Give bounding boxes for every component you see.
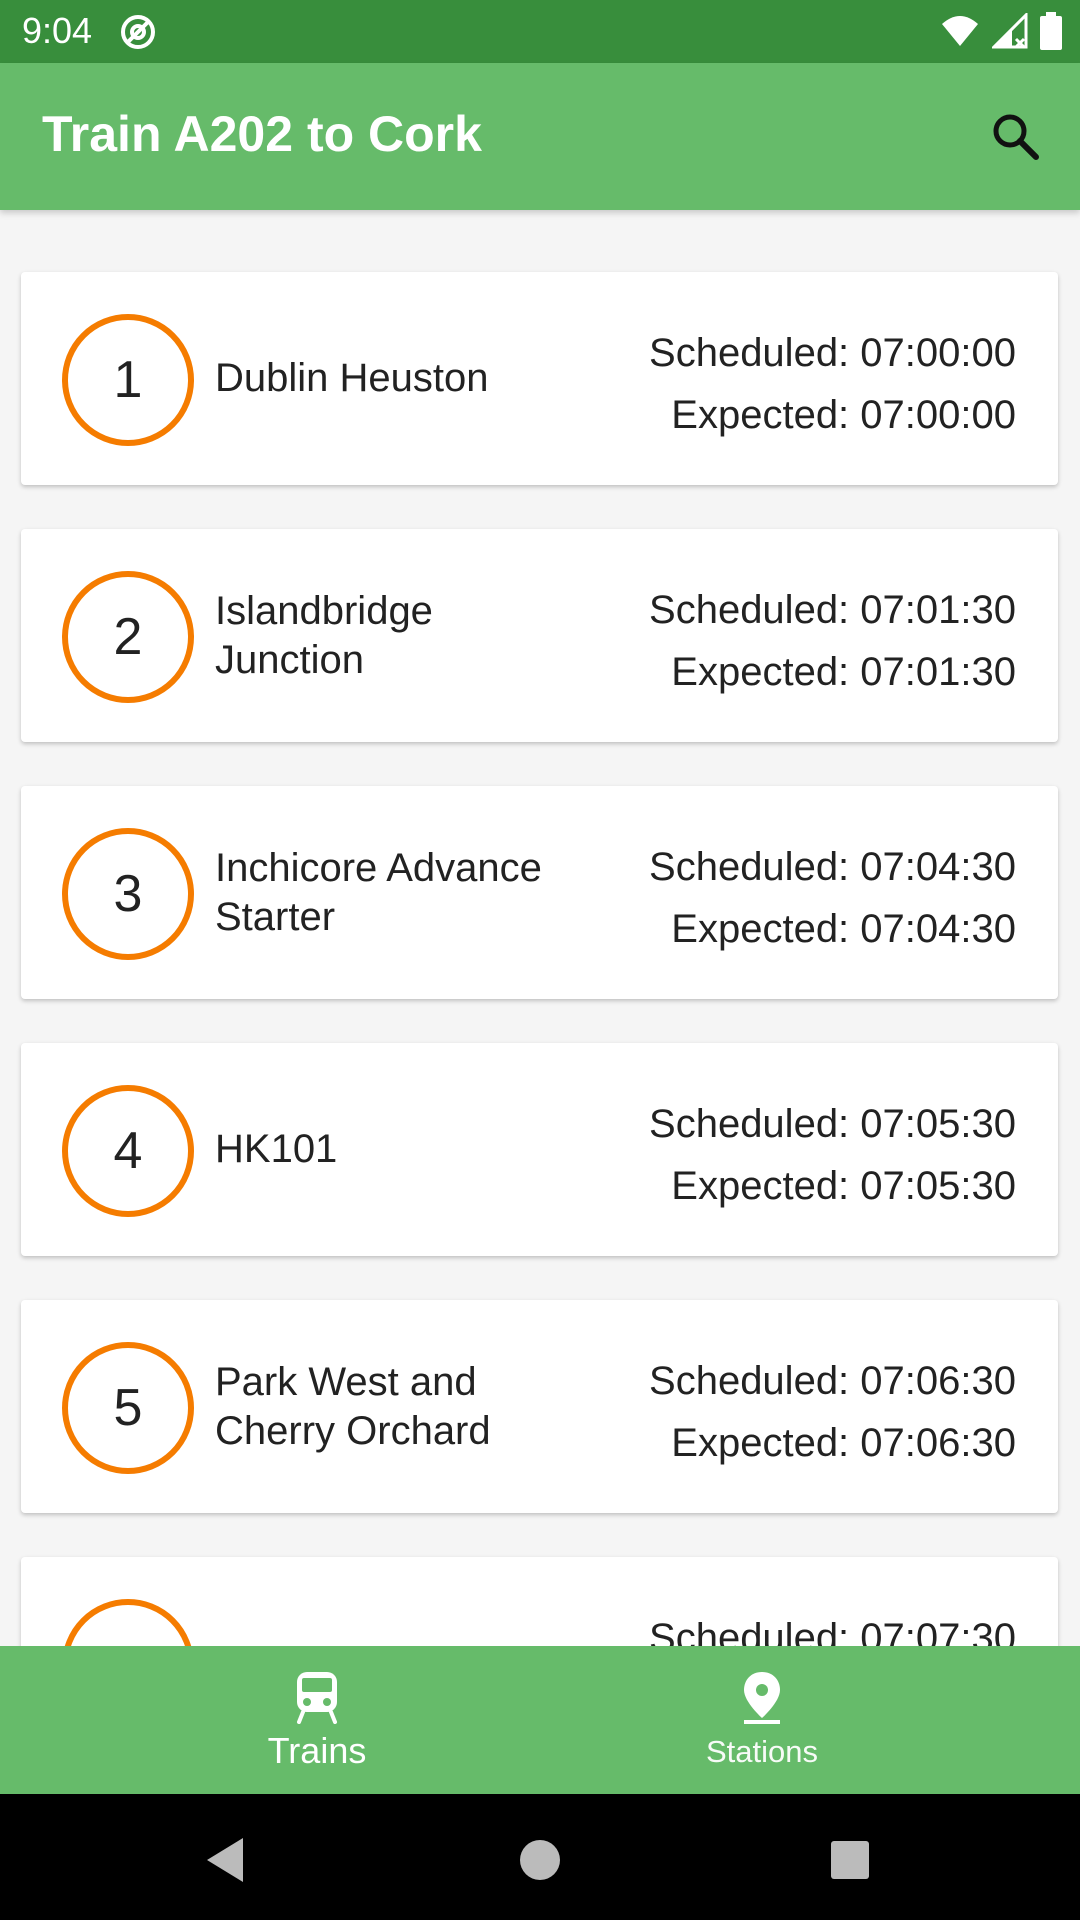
status-time: 9:04 bbox=[22, 10, 93, 51]
stop-times: Scheduled: 07:04:30 Expected: 07:04:30 bbox=[649, 836, 1016, 960]
stop-times: Scheduled: 07:06:30 Expected: 07:06:30 bbox=[649, 1350, 1016, 1474]
stop-number-badge: 5 bbox=[62, 1342, 194, 1474]
stop-name: Inchicore Advance Starter bbox=[215, 845, 542, 939]
stop-name: Park West and Cherry Orchard bbox=[215, 1359, 491, 1453]
back-icon[interactable] bbox=[195, 1830, 255, 1890]
map-pin-icon bbox=[744, 1672, 780, 1724]
scheduled-time: Scheduled: 07:01:30 bbox=[649, 588, 1016, 632]
search-icon[interactable] bbox=[986, 107, 1046, 167]
stop-times: Scheduled: 07:05:30 Expected: 07:05:30 bbox=[649, 1093, 1016, 1217]
recents-icon[interactable] bbox=[820, 1830, 880, 1890]
stop-name: Dublin Heuston bbox=[215, 356, 489, 400]
nav-label-stations: Stations bbox=[705, 1734, 818, 1769]
stop-number-badge bbox=[62, 1599, 194, 1646]
bottom-navigation: Trains Stations bbox=[0, 1646, 1080, 1794]
stop-card[interactable]: 4 HK101 Scheduled: 07:05:30 Expected: 07… bbox=[21, 1043, 1058, 1256]
status-bar: 9:04 bbox=[0, 0, 1080, 63]
nav-label-trains: Trains bbox=[267, 1730, 367, 1771]
at-sign-icon bbox=[121, 15, 155, 49]
app-bar: Train A202 to Cork bbox=[0, 63, 1080, 210]
signal-icon bbox=[992, 13, 1028, 49]
wifi-icon bbox=[942, 16, 978, 46]
home-icon[interactable] bbox=[510, 1830, 570, 1890]
stop-card[interactable]: 3 Inchicore Advance Starter Scheduled: 0… bbox=[21, 786, 1058, 999]
expected-time: Expected: 07:05:30 bbox=[671, 1164, 1016, 1208]
expected-time: Expected: 07:04:30 bbox=[671, 907, 1016, 951]
stop-card[interactable]: Scheduled: 07:07:30 bbox=[21, 1557, 1058, 1646]
stop-number-badge: 4 bbox=[62, 1085, 194, 1217]
stop-number-badge: 3 bbox=[62, 828, 194, 960]
status-icons bbox=[940, 12, 1062, 50]
expected-time: Expected: 07:00:00 bbox=[671, 393, 1016, 437]
stop-times: Scheduled: 07:07:30 bbox=[649, 1607, 1016, 1646]
stop-number-badge: 1 bbox=[62, 314, 194, 446]
stop-name: Islandbridge Junction bbox=[215, 588, 433, 682]
scheduled-time: Scheduled: 07:06:30 bbox=[649, 1359, 1016, 1403]
stop-number-badge: 2 bbox=[62, 571, 194, 703]
scheduled-time: Scheduled: 07:00:00 bbox=[649, 331, 1016, 375]
stops-list[interactable]: 1 Dublin Heuston Scheduled: 07:00:00 Exp… bbox=[0, 210, 1080, 1646]
expected-time: Expected: 07:06:30 bbox=[671, 1421, 1016, 1465]
expected-time: Expected: 07:01:30 bbox=[671, 650, 1016, 694]
stop-times: Scheduled: 07:00:00 Expected: 07:00:00 bbox=[649, 322, 1016, 446]
stop-times: Scheduled: 07:01:30 Expected: 07:01:30 bbox=[649, 579, 1016, 703]
scheduled-time: Scheduled: 07:07:30 bbox=[649, 1616, 1016, 1646]
stop-card[interactable]: 2 Islandbridge Junction Scheduled: 07:01… bbox=[21, 529, 1058, 742]
scheduled-time: Scheduled: 07:05:30 bbox=[649, 1102, 1016, 1146]
system-navigation-bar bbox=[0, 1794, 1080, 1920]
stop-card[interactable]: 5 Park West and Cherry Orchard Scheduled… bbox=[21, 1300, 1058, 1513]
scheduled-time: Scheduled: 07:04:30 bbox=[649, 845, 1016, 889]
stop-card[interactable]: 1 Dublin Heuston Scheduled: 07:00:00 Exp… bbox=[21, 272, 1058, 485]
battery-icon bbox=[1040, 12, 1062, 50]
stop-name bbox=[215, 1557, 545, 1646]
page-title: Train A202 to Cork bbox=[42, 106, 482, 162]
train-icon bbox=[297, 1672, 337, 1724]
nav-item-stations[interactable]: Stations bbox=[492, 1646, 1032, 1794]
stop-name: HK101 bbox=[215, 1127, 338, 1171]
